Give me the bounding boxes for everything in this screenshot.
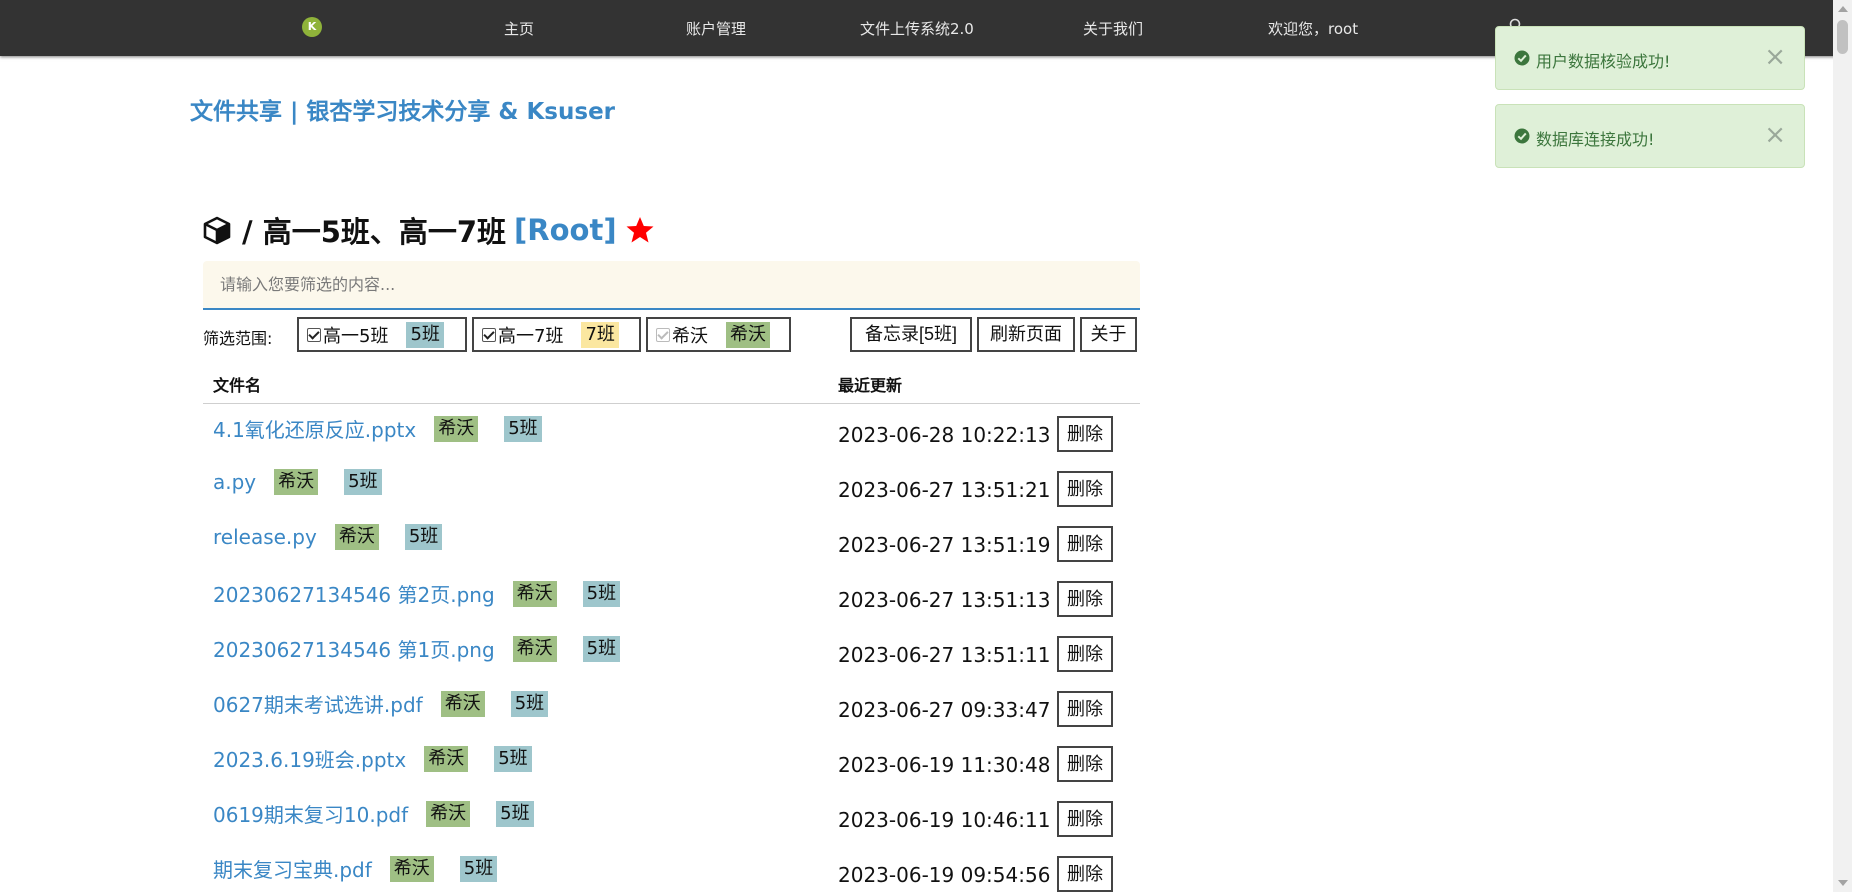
scrollbar-thumb[interactable] bbox=[1837, 20, 1848, 54]
header-divider bbox=[203, 403, 1140, 404]
tag-class5: 5班 bbox=[582, 580, 621, 607]
table-row: 4.1氧化还原反应.pptx 希沃 5班 2023-06-28 10:22:13 删… bbox=[203, 406, 1140, 461]
range-option-label: 高一5班 bbox=[323, 325, 389, 347]
table-row: 20230627134546 第1页.png 希沃 5班 2023-06-27 13… bbox=[203, 626, 1140, 681]
tag-class5: 5班 bbox=[510, 690, 549, 717]
file-link[interactable]: a.py bbox=[213, 470, 256, 494]
file-link[interactable]: 0619期末复习10.pdf bbox=[213, 799, 408, 828]
updated-time: 2023-06-27 13:51:11 bbox=[838, 643, 1051, 667]
ksuser-logo-icon[interactable]: K bbox=[302, 17, 322, 37]
updated-time: 2023-06-27 13:51:21 bbox=[838, 478, 1051, 502]
tag-xiwo: 希沃 bbox=[440, 690, 485, 717]
filter-input[interactable] bbox=[203, 261, 1140, 310]
tag-class5: 5班 bbox=[504, 415, 542, 442]
tag-xiwo: 希沃 bbox=[426, 800, 471, 827]
vertical-scrollbar[interactable] bbox=[1833, 0, 1852, 892]
table-row: release.py 希沃 5班 2023-06-27 13:51:19 删除 bbox=[203, 516, 1140, 571]
updated-time: 2023-06-27 09:33:47 bbox=[838, 698, 1051, 722]
delete-button[interactable]: 删除 bbox=[1057, 526, 1113, 562]
file-link[interactable]: 0627期末考试选讲.pdf bbox=[213, 689, 423, 718]
class-tag: 5班 bbox=[406, 321, 444, 348]
table-row: 0619期末复习10.pdf 希沃 5班 2023-06-19 10:46:11 删… bbox=[203, 791, 1140, 846]
toast-user-verified: 用户数据核验成功! × bbox=[1495, 26, 1805, 90]
updated-time: 2023-06-28 10:22:13 bbox=[838, 423, 1051, 447]
site-title: 文件共享 | 银杏学习技术分享 & Ksuser bbox=[190, 99, 616, 125]
about-button[interactable]: 关于 bbox=[1080, 317, 1137, 352]
checkbox-disabled bbox=[656, 327, 670, 342]
delete-button[interactable]: 删除 bbox=[1057, 471, 1113, 507]
tag-class5: 5班 bbox=[344, 469, 382, 495]
file-link[interactable]: 20230627134546 第2页.png bbox=[213, 579, 495, 608]
tag-xiwo: 希沃 bbox=[512, 635, 557, 662]
updated-time: 2023-06-19 09:54:56 bbox=[838, 863, 1051, 887]
range-option-label: 高一7班 bbox=[498, 325, 564, 347]
toast-db-connected: 数据库连接成功! × bbox=[1495, 104, 1805, 168]
delete-button[interactable]: 删除 bbox=[1057, 581, 1113, 617]
close-icon[interactable]: × bbox=[1764, 122, 1786, 148]
star-icon[interactable] bbox=[625, 215, 655, 245]
table-row: 20230627134546 第2页.png 希沃 5班 2023-06-27 13… bbox=[203, 571, 1140, 626]
tag-class5: 5班 bbox=[459, 855, 498, 882]
nav-link-account[interactable]: 账户管理 bbox=[686, 18, 746, 39]
class-tag: 希沃 bbox=[726, 321, 770, 348]
updated-time: 2023-06-27 13:51:13 bbox=[838, 588, 1051, 612]
file-link[interactable]: 4.1氧化还原反应.pptx bbox=[213, 414, 416, 443]
nav-link-about[interactable]: 关于我们 bbox=[1083, 18, 1143, 39]
tag-xiwo: 希沃 bbox=[512, 580, 557, 607]
range-option-xiwo: 希沃 希沃 bbox=[646, 317, 791, 352]
file-link[interactable]: 20230627134546 第1页.png bbox=[213, 634, 495, 663]
delete-button[interactable]: 删除 bbox=[1057, 636, 1113, 672]
nav-link-welcome-user[interactable]: 欢迎您，root bbox=[1268, 18, 1358, 39]
file-link[interactable]: 2023.6.19班会.pptx bbox=[213, 744, 406, 773]
memo-button[interactable]: 备忘录[5班] bbox=[850, 317, 972, 352]
checkbox[interactable] bbox=[307, 327, 321, 342]
check-circle-icon bbox=[1514, 128, 1530, 144]
tag-xiwo: 希沃 bbox=[424, 745, 469, 772]
delete-button[interactable]: 删除 bbox=[1057, 746, 1113, 782]
page-title: / 高一5班、高一7班 [Root] bbox=[202, 210, 655, 250]
file-link[interactable]: 期末复习宝典.pdf bbox=[213, 854, 372, 883]
toast-message: 用户数据核验成功! bbox=[1536, 52, 1671, 71]
range-option-label: 希沃 bbox=[672, 325, 708, 347]
range-option-class7[interactable]: 高一7班 7班 bbox=[472, 317, 641, 352]
class-tag: 7班 bbox=[581, 321, 619, 348]
cube-icon bbox=[203, 216, 231, 245]
refresh-button[interactable]: 刷新页面 bbox=[977, 317, 1075, 352]
check-circle-icon bbox=[1514, 50, 1530, 66]
filter-range-label: 筛选范围: bbox=[203, 329, 273, 348]
toast-message: 数据库连接成功! bbox=[1536, 130, 1655, 149]
tag-xiwo: 希沃 bbox=[434, 415, 479, 442]
column-header-filename: 文件名 bbox=[213, 376, 262, 395]
updated-time: 2023-06-19 10:46:11 bbox=[838, 808, 1051, 832]
close-icon[interactable]: × bbox=[1764, 44, 1786, 70]
table-row: 2023.6.19班会.pptx 希沃 5班 2023-06-19 11:30:48… bbox=[203, 736, 1140, 791]
table-row: a.py 希沃 5班 2023-06-27 13:51:21 删除 bbox=[203, 461, 1140, 516]
column-header-updated: 最近更新 bbox=[838, 376, 903, 395]
delete-button[interactable]: 删除 bbox=[1057, 856, 1113, 892]
file-link[interactable]: release.py bbox=[213, 525, 317, 549]
range-option-class5[interactable]: 高一5班 5班 bbox=[297, 317, 467, 352]
checkbox[interactable] bbox=[482, 327, 496, 342]
tag-class5: 5班 bbox=[404, 524, 443, 550]
updated-time: 2023-06-19 11:30:48 bbox=[838, 753, 1051, 777]
delete-button[interactable]: 删除 bbox=[1057, 801, 1113, 837]
nav-link-upload[interactable]: 文件上传系统2.0 bbox=[860, 18, 974, 39]
role-badge: [Root] bbox=[514, 213, 617, 247]
delete-button[interactable]: 删除 bbox=[1057, 416, 1113, 452]
scroll-down-arrow-icon[interactable] bbox=[1838, 880, 1848, 886]
tag-xiwo: 希沃 bbox=[334, 524, 379, 550]
delete-button[interactable]: 删除 bbox=[1057, 691, 1113, 727]
tag-class5: 5班 bbox=[494, 745, 532, 772]
tag-class5: 5班 bbox=[582, 635, 621, 662]
table-row: 期末复习宝典.pdf 希沃 5班 2023-06-19 09:54:56 删除 bbox=[203, 846, 1140, 892]
tag-xiwo: 希沃 bbox=[274, 469, 319, 495]
scroll-up-arrow-icon[interactable] bbox=[1838, 6, 1848, 12]
tag-class5: 5班 bbox=[496, 800, 534, 827]
nav-link-home[interactable]: 主页 bbox=[504, 18, 534, 39]
table-row: 0627期末考试选讲.pdf 希沃 5班 2023-06-27 09:33:47 删… bbox=[203, 681, 1140, 736]
breadcrumb-path: / 高一5班、高一7班 bbox=[242, 215, 507, 249]
updated-time: 2023-06-27 13:51:19 bbox=[838, 533, 1051, 557]
tag-xiwo: 希沃 bbox=[389, 855, 434, 882]
